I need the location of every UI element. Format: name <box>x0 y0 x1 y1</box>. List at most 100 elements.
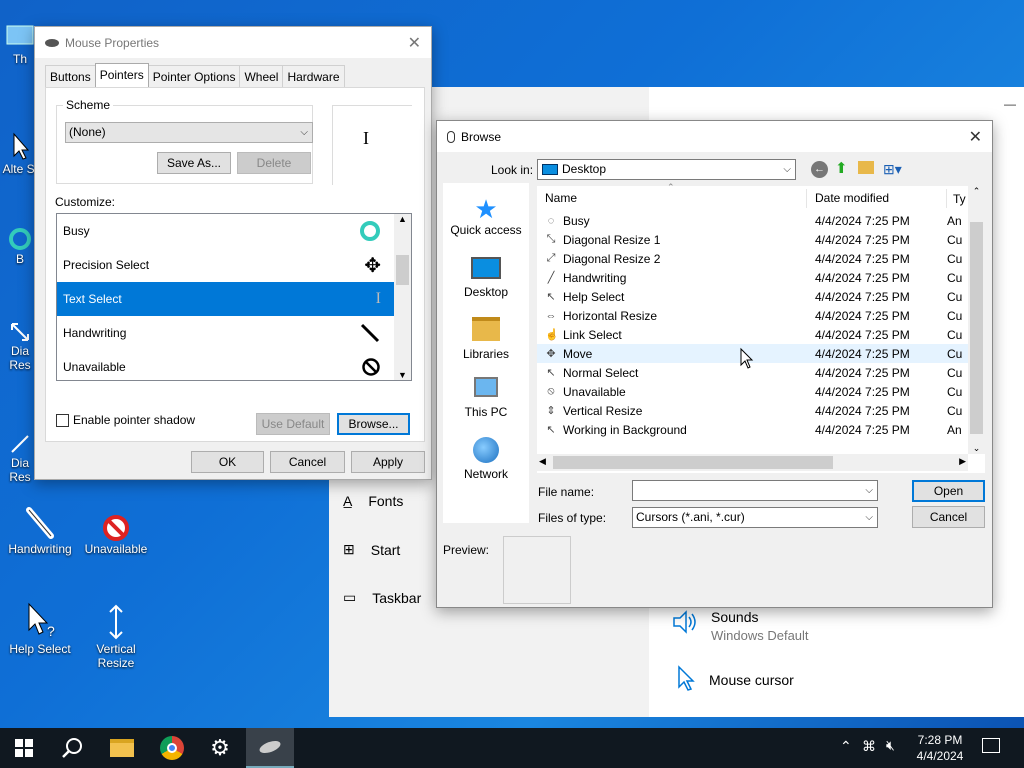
taskbar-icon: ▭ <box>343 589 357 605</box>
volume-muted-icon[interactable]: 🔇︎ <box>886 737 895 754</box>
close-icon[interactable]: ✕ <box>408 33 421 53</box>
show-hidden-icons-icon[interactable]: ⌃ <box>840 738 852 755</box>
settings-nav-taskbar[interactable]: ▭ Taskbar <box>343 589 421 606</box>
place-libraries[interactable]: Libraries <box>443 317 529 361</box>
pointer-list[interactable]: Busy Precision Select ✥ Text Select I Hand… <box>56 213 412 381</box>
network-icon[interactable]: ⌘ <box>862 738 876 755</box>
file-row[interactable]: ╱ Handwriting 4/4/2024 7:25 PM Cu <box>537 268 972 287</box>
save-as-button[interactable]: Save As... <box>157 152 231 174</box>
pointer-row-precision-select[interactable]: Precision Select ✥ <box>57 248 411 282</box>
file-name: Link Select <box>563 327 622 342</box>
enable-shadow-checkbox[interactable]: Enable pointer shadow <box>56 413 195 427</box>
settings-nav-start[interactable]: ⊞ Start <box>343 541 400 558</box>
scroll-thumb[interactable] <box>970 222 983 434</box>
new-folder-icon[interactable] <box>858 161 874 174</box>
column-date-modified[interactable]: Date modified <box>807 189 947 208</box>
tab-hardware[interactable]: Hardware <box>282 65 345 87</box>
look-in-select[interactable]: Desktop ⌵ <box>537 159 796 180</box>
pointer-row-handwriting[interactable]: Handwriting <box>57 316 411 350</box>
file-list[interactable]: ⌃ Name Date modified Ty ◌ Busy 4/4/2024 7:… <box>537 182 985 473</box>
settings-mouse-cursor-item[interactable]: Mouse cursor <box>675 665 794 694</box>
scroll-thumb[interactable] <box>396 255 409 285</box>
file-date: 4/4/2024 7:25 PM <box>815 422 910 437</box>
chevron-down-icon: ⌵ <box>783 164 791 175</box>
dialog-title: Mouse Properties <box>65 35 160 50</box>
mouse-properties-dialog: Mouse Properties ✕ Buttons Pointers Poin… <box>34 26 432 480</box>
desktop-icon-unavailable[interactable]: Unavailable <box>78 498 154 556</box>
settings-button[interactable]: ⚙ <box>196 728 244 768</box>
up-folder-icon[interactable]: ⬆ <box>835 159 848 177</box>
file-row[interactable]: ⦸ Unavailable 4/4/2024 7:25 PM Cu <box>537 382 972 401</box>
ok-button[interactable]: OK <box>191 451 264 473</box>
desktop-icon-help-select[interactable]: ? Help Select <box>2 598 78 656</box>
column-name[interactable]: Name <box>537 189 807 208</box>
cancel-button[interactable]: Cancel <box>270 451 345 473</box>
file-row[interactable]: ↖ Help Select 4/4/2024 7:25 PM Cu <box>537 287 972 306</box>
file-row[interactable]: ⤡ Diagonal Resize 1 4/4/2024 7:25 PM Cu <box>537 230 972 249</box>
pointer-row-busy[interactable]: Busy <box>57 214 411 248</box>
scroll-right-icon[interactable]: ▶ <box>959 456 966 467</box>
desktop-icon <box>542 164 558 175</box>
scroll-up-icon[interactable]: ⌃ <box>968 186 985 197</box>
back-icon[interactable]: ← <box>811 161 828 178</box>
open-button[interactable]: Open <box>912 480 985 502</box>
start-button[interactable] <box>0 728 48 768</box>
search-button[interactable] <box>48 728 96 768</box>
tab-wheel[interactable]: Wheel <box>239 65 284 87</box>
delete-button[interactable]: Delete <box>237 152 311 174</box>
horizontal-scrollbar[interactable]: ◀ ▶ <box>537 454 968 471</box>
tab-pointer-options[interactable]: Pointer Options <box>147 65 241 87</box>
scrollbar[interactable]: ▲ ▼ <box>394 214 411 380</box>
file-row[interactable]: ◌ Busy 4/4/2024 7:25 PM An <box>537 211 972 230</box>
browse-button[interactable]: Browse... <box>337 413 410 435</box>
pen-icon <box>360 323 380 343</box>
apply-button[interactable]: Apply <box>351 451 425 473</box>
scroll-left-icon[interactable]: ◀ <box>539 456 546 467</box>
windows-logo-icon <box>15 739 33 757</box>
file-row[interactable]: ↖ Working in Background 4/4/2024 7:25 PM An <box>537 420 972 439</box>
vertical-scrollbar[interactable]: ⌃ ⌄ <box>968 186 985 454</box>
cancel-button[interactable]: Cancel <box>912 506 985 528</box>
settings-nav-fonts[interactable]: A̲ Fonts <box>343 493 403 509</box>
place-quick-access[interactable]: ★ Quick access <box>443 195 529 237</box>
desktop-icon-handwriting[interactable]: Handwriting <box>2 498 78 556</box>
scroll-up-icon[interactable]: ▲ <box>394 214 411 224</box>
this-pc-icon <box>474 377 498 397</box>
tab-buttons[interactable]: Buttons <box>45 65 96 87</box>
scheme-select[interactable]: (None) ⌵ <box>65 122 313 143</box>
chevron-down-icon: ⌵ <box>865 512 873 523</box>
place-label: Desktop <box>463 285 509 299</box>
checkbox[interactable] <box>56 413 69 427</box>
file-row[interactable]: ⇔ Horizontal Resize 4/4/2024 7:25 PM Cu <box>537 306 972 325</box>
settings-sounds-item[interactable]: Sounds Windows Default <box>671 609 809 643</box>
pointer-row-text-select[interactable]: Text Select I <box>57 282 411 316</box>
place-this-pc[interactable]: This PC <box>443 377 529 419</box>
file-row[interactable]: ⤢ Diagonal Resize 2 4/4/2024 7:25 PM Cu <box>537 249 972 268</box>
files-of-type-select[interactable]: Cursors (*.ani, *.cur) ⌵ <box>632 507 878 528</box>
view-menu-icon[interactable]: ⊞▾ <box>883 161 902 178</box>
file-row[interactable]: ⇕ Vertical Resize 4/4/2024 7:25 PM Cu <box>537 401 972 420</box>
settings-nav-label: Taskbar <box>372 589 422 606</box>
file-date: 4/4/2024 7:25 PM <box>815 384 910 399</box>
scroll-down-icon[interactable]: ⌄ <box>968 443 985 454</box>
scroll-down-icon[interactable]: ▼ <box>394 370 411 380</box>
mouse-properties-taskbar-button[interactable] <box>246 728 294 768</box>
file-row[interactable]: ☝ Link Select 4/4/2024 7:25 PM Cu <box>537 325 972 344</box>
scroll-thumb[interactable] <box>553 456 833 469</box>
desktop-icon-vertical-resize[interactable]: Vertical Resize <box>78 598 154 670</box>
place-network[interactable]: Network <box>443 437 529 481</box>
pointer-row-unavailable[interactable]: Unavailable <box>57 350 411 380</box>
notifications-icon[interactable] <box>982 738 1000 753</box>
file-name-input[interactable]: ⌵ <box>632 480 878 501</box>
place-desktop[interactable]: Desktop <box>443 257 529 299</box>
libraries-icon <box>472 317 500 341</box>
chrome-button[interactable] <box>148 728 196 768</box>
tab-pointers[interactable]: Pointers <box>94 63 149 87</box>
network-icon <box>473 437 499 463</box>
file-date: 4/4/2024 7:25 PM <box>815 270 910 285</box>
use-default-button[interactable]: Use Default <box>256 413 330 435</box>
file-explorer-button[interactable] <box>98 728 146 768</box>
close-icon[interactable]: ✕ <box>969 127 982 147</box>
minimize-icon[interactable]: — <box>1004 97 1016 111</box>
clock[interactable]: 7:28 PM 4/4/2024 <box>910 732 970 764</box>
